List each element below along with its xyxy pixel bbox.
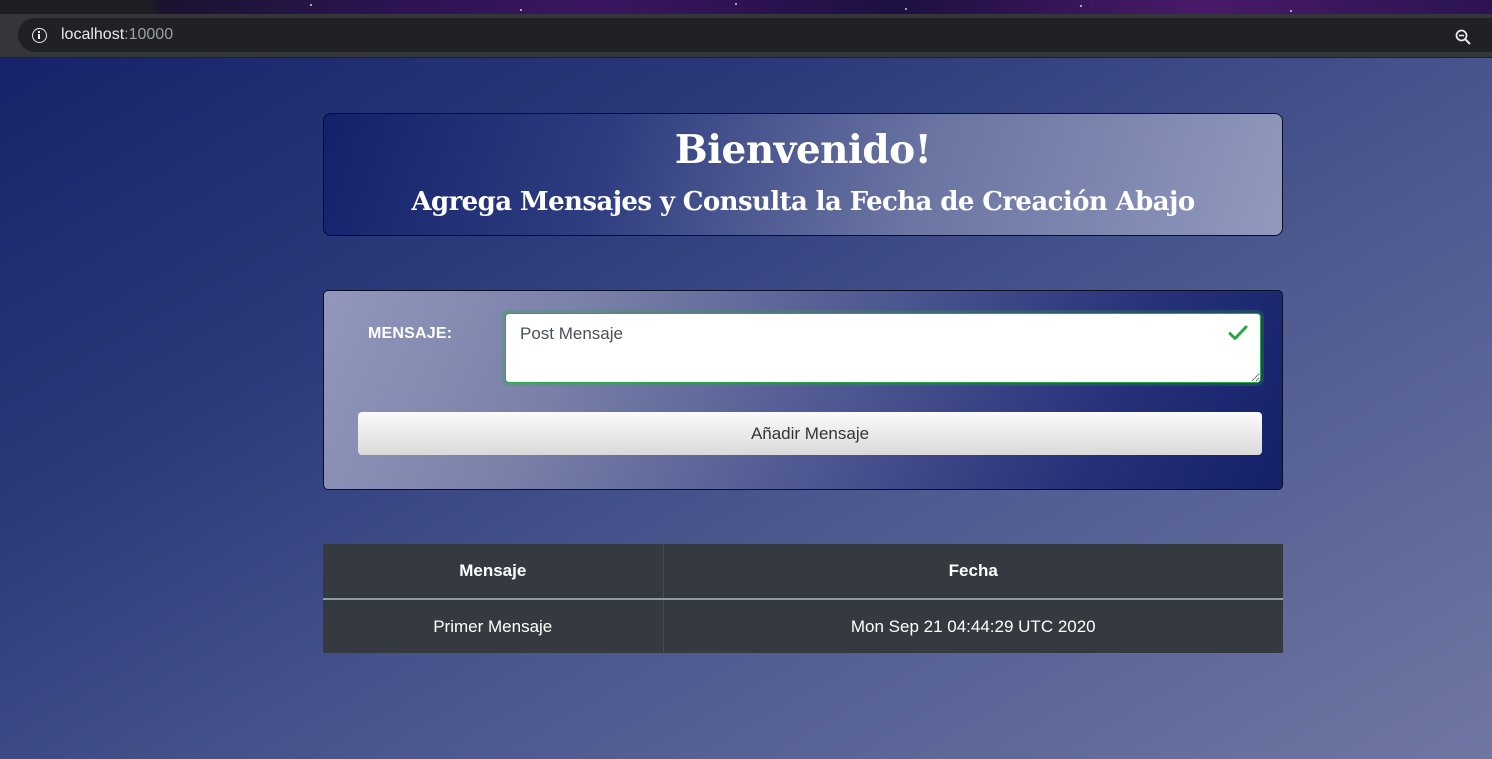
message-form: MENSAJE: Añadir Mensaje	[323, 290, 1283, 490]
add-message-button[interactable]: Añadir Mensaje	[358, 412, 1262, 455]
page-background: Bienvenido! Agrega Mensajes y Consulta l…	[0, 58, 1492, 759]
message-label: MENSAJE:	[368, 325, 453, 342]
welcome-banner: Bienvenido! Agrega Mensajes y Consulta l…	[323, 113, 1283, 236]
info-icon[interactable]	[32, 28, 47, 43]
zoom-icon[interactable]	[1455, 29, 1471, 45]
column-header-date: Fecha	[663, 544, 1283, 600]
column-header-message: Mensaje	[323, 544, 664, 600]
window-title-strip	[0, 0, 1492, 14]
message-cell: Primer Mensaje	[323, 599, 664, 653]
check-icon	[1228, 325, 1248, 340]
table-row: Primer Mensaje Mon Sep 21 04:44:29 UTC 2…	[323, 599, 1283, 653]
address-bar[interactable]: localhost:10000	[18, 18, 1492, 52]
address-url[interactable]: localhost:10000	[61, 26, 173, 44]
page-title: Bienvenido!	[674, 127, 932, 173]
table-header-row: Mensaje Fecha	[323, 544, 1283, 600]
messages-table: Mensaje Fecha Primer Mensaje Mon Sep 21 …	[323, 544, 1283, 653]
browser-toolbar: localhost:10000	[0, 14, 1492, 58]
date-cell: Mon Sep 21 04:44:29 UTC 2020	[850, 616, 1096, 636]
page-subtitle: Agrega Mensajes y Consulta la Fecha de C…	[411, 187, 1195, 217]
message-input[interactable]	[505, 313, 1261, 383]
